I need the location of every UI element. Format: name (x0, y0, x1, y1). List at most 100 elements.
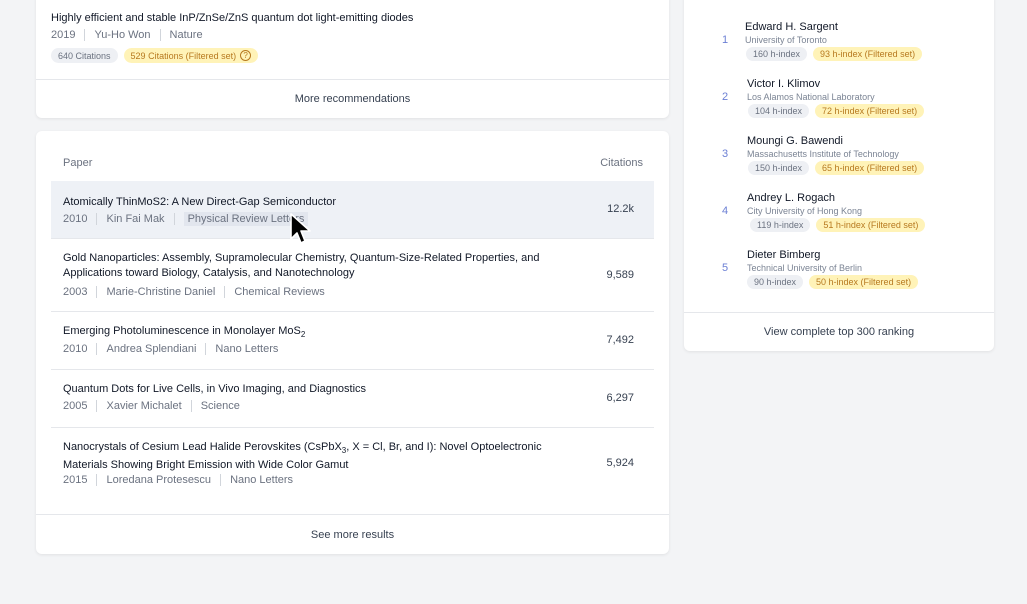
paper-title[interactable]: Emerging Photoluminescence in Monolayer … (63, 324, 563, 342)
ranking-item[interactable]: 3 Moungi G. Bawendi Massachusetts Instit… (684, 130, 994, 187)
filtered-h-index-badge: 72 h-index (Filtered set) (815, 104, 925, 118)
author-affiliation: Technical University of Berlin (747, 263, 863, 273)
filtered-h-index-badge: 93 h-index (Filtered set) (813, 47, 923, 61)
filtered-h-index-badge: 51 h-index (Filtered set) (816, 218, 926, 232)
see-more-results-button[interactable]: See more results (36, 514, 669, 554)
divider (96, 213, 98, 225)
ranking-item[interactable]: 5 Dieter Bimberg Technical University of… (684, 244, 994, 301)
ranking-item[interactable]: 4 Andrey L. Rogach City University of Ho… (684, 187, 994, 244)
paper-title-text: , X = Cl, Br, and I): Novel Optoelectron… (346, 441, 542, 453)
author-badges: 150 h-index 65 h-index (Filtered set) (748, 161, 925, 175)
h-index-badge: 119 h-index (750, 218, 811, 232)
paper-meta: 2005 Xavier Michalet Science (63, 400, 240, 412)
citations-badge: 640 Citations (51, 48, 118, 63)
paper-venue[interactable]: Chemical Reviews (234, 286, 324, 298)
author-badges: 104 h-index 72 h-index (Filtered set) (748, 104, 925, 118)
paper-title-text: Nanocrystals of Cesium Lead Halide Perov… (63, 441, 342, 453)
paper-author[interactable]: Loredana Protesescu (106, 474, 211, 486)
paper-venue[interactable]: Science (201, 400, 240, 412)
paper-author[interactable]: Andrea Splendiani (106, 343, 196, 355)
paper-year: 2003 (63, 286, 88, 298)
paper-meta: 2003 Marie-Christine Daniel Chemical Rev… (63, 286, 325, 298)
divider (224, 286, 226, 298)
author-name[interactable]: Andrey L. Rogach (747, 192, 835, 204)
paper-title[interactable]: Quantum Dots for Live Cells, in Vivo Ima… (63, 382, 563, 397)
filtered-h-index-badge: 50 h-index (Filtered set) (809, 275, 919, 289)
author-badges: 90 h-index 50 h-index (Filtered set) (747, 275, 919, 289)
rank-number: 4 (722, 205, 729, 217)
help-circle-icon[interactable]: ? (240, 50, 252, 61)
citation-count: 12.2k (607, 203, 634, 215)
author-name[interactable]: Dieter Bimberg (747, 249, 820, 261)
rank-number: 2 (722, 91, 729, 103)
author-affiliation: City University of Hong Kong (747, 206, 863, 216)
view-complete-ranking-button[interactable]: View complete top 300 ranking (684, 312, 994, 351)
column-header-paper: Paper (63, 157, 93, 169)
filtered-h-index-badge: 65 h-index (Filtered set) (815, 161, 925, 175)
h-index-badge: 160 h-index (746, 47, 808, 61)
paper-author[interactable]: Yu-Ho Won (94, 29, 150, 41)
paper-year: 2015 (63, 474, 88, 486)
more-recommendations-button[interactable]: More recommendations (36, 79, 669, 118)
paper-meta: 2010 Andrea Splendiani Nano Letters (63, 343, 278, 355)
author-affiliation: Massachusetts Institute of Technology (747, 149, 899, 159)
table-row[interactable]: Nanocrystals of Cesium Lead Halide Perov… (51, 428, 654, 502)
author-badges: 160 h-index 93 h-index (Filtered set) (746, 47, 923, 61)
rank-number: 1 (722, 34, 729, 46)
divider (173, 213, 175, 225)
paper-meta: 2010 Kin Fai Mak Physical Review Letters (63, 212, 309, 226)
divider (96, 286, 98, 298)
filtered-citations-badge: 529 Citations (Filtered set) ? (123, 48, 259, 63)
table-row[interactable]: Gold Nanoparticles: Assembly, Supramolec… (51, 239, 654, 312)
divider (190, 400, 192, 412)
h-index-badge: 104 h-index (748, 104, 810, 118)
papers-table-card: Paper Citations Atomically ThinMoS2: A N… (36, 131, 669, 554)
paper-title[interactable]: Nanocrystals of Cesium Lead Halide Perov… (63, 440, 563, 473)
recommendation-meta: 2019 Yu-Ho Won Nature (51, 29, 203, 41)
recommendation-title[interactable]: Highly efficient and stable InP/ZnSe/ZnS… (51, 12, 413, 24)
subscript: 2 (300, 330, 306, 340)
author-name[interactable]: Edward H. Sargent (745, 21, 838, 33)
table-row[interactable]: Atomically ThinMoS2: A New Direct-Gap Se… (51, 181, 654, 239)
divider (96, 474, 98, 486)
author-name[interactable]: Moungi G. Bawendi (747, 135, 843, 147)
filtered-citations-label: 529 Citations (Filtered set) (130, 50, 237, 61)
paper-title[interactable]: Atomically ThinMoS2: A New Direct-Gap Se… (63, 195, 563, 210)
column-header-citations: Citations (600, 157, 643, 169)
recommendation-card: Highly efficient and stable InP/ZnSe/ZnS… (36, 0, 669, 118)
paper-year: 2010 (63, 343, 88, 355)
table-row[interactable]: Quantum Dots for Live Cells, in Vivo Ima… (51, 370, 654, 428)
author-affiliation: Los Alamos National Laboratory (747, 92, 875, 102)
h-index-badge: 90 h-index (747, 275, 804, 289)
paper-title[interactable]: Gold Nanoparticles: Assembly, Supramolec… (63, 251, 563, 281)
divider (84, 29, 86, 41)
divider (96, 343, 98, 355)
author-ranking-card: 1 Edward H. Sargent University of Toront… (684, 0, 994, 351)
author-name[interactable]: Victor I. Klimov (747, 78, 820, 90)
paper-year: 2019 (51, 29, 76, 41)
citation-count: 6,297 (606, 392, 634, 404)
author-badges: 119 h-index 51 h-index (Filtered set) (750, 218, 926, 232)
divider (159, 29, 161, 41)
divider (220, 474, 222, 486)
mouse-pointer-icon (290, 213, 311, 244)
paper-meta: 2015 Loredana Protesescu Nano Letters (63, 474, 293, 486)
citation-count: 5,924 (606, 457, 634, 469)
paper-venue[interactable]: Nano Letters (230, 474, 293, 486)
ranking-item[interactable]: 2 Victor I. Klimov Los Alamos National L… (684, 73, 994, 130)
paper-venue[interactable]: Nature (170, 29, 203, 41)
paper-year: 2010 (63, 213, 88, 225)
paper-author[interactable]: Marie-Christine Daniel (106, 286, 215, 298)
author-affiliation: University of Toronto (745, 35, 827, 45)
ranking-item[interactable]: 1 Edward H. Sargent University of Toront… (684, 16, 994, 73)
paper-title-text: Emerging Photoluminescence in Monolayer … (63, 325, 301, 337)
paper-year: 2005 (63, 400, 88, 412)
table-row[interactable]: Emerging Photoluminescence in Monolayer … (51, 312, 654, 370)
divider (205, 343, 207, 355)
h-index-badge: 150 h-index (748, 161, 810, 175)
paper-venue[interactable]: Nano Letters (215, 343, 278, 355)
paper-author[interactable]: Xavier Michalet (106, 400, 181, 412)
rank-number: 5 (722, 262, 729, 274)
paper-author[interactable]: Kin Fai Mak (106, 213, 164, 225)
recommendation-badges: 640 Citations 529 Citations (Filtered se… (51, 48, 259, 63)
